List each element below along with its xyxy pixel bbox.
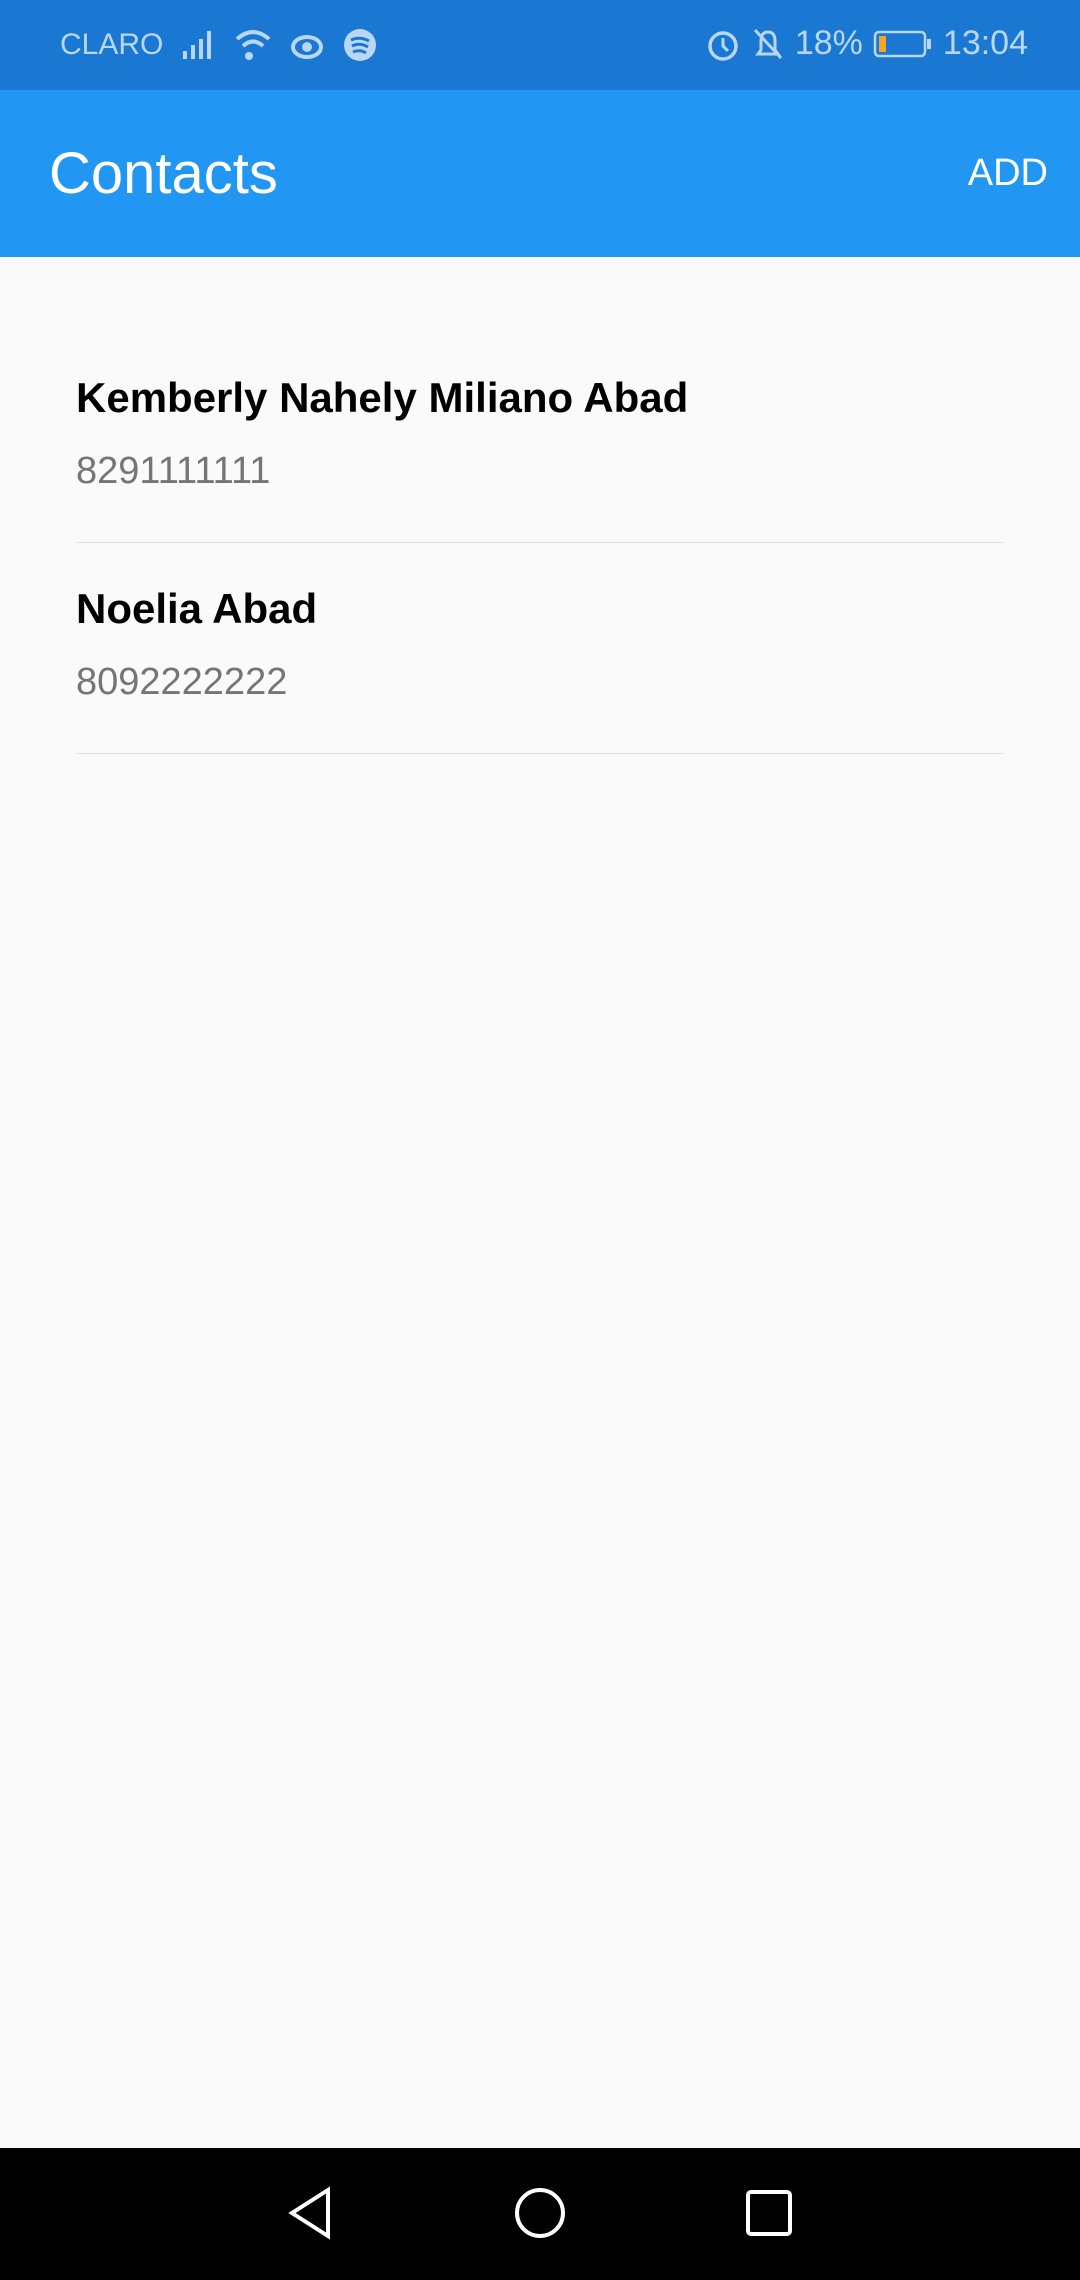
app-bar: Contacts ADD xyxy=(0,90,1080,257)
signal-icon xyxy=(183,31,212,59)
contact-list-item[interactable]: Kemberly Nahely Miliano Abad 8291111111 xyxy=(76,332,1004,543)
recents-icon[interactable] xyxy=(744,2186,794,2240)
alarm-icon xyxy=(708,30,738,61)
add-button[interactable]: ADD xyxy=(968,152,1048,195)
navigation-bar xyxy=(0,2148,1080,2280)
bell-off-icon xyxy=(753,28,782,59)
back-icon[interactable] xyxy=(286,2186,334,2240)
page-title: Contacts xyxy=(49,141,278,206)
spotify-icon xyxy=(344,29,377,61)
wifi-icon xyxy=(236,30,271,60)
eye-icon xyxy=(291,35,324,59)
battery-icon xyxy=(873,30,931,57)
clock: 13:04 xyxy=(942,24,1028,62)
contact-name: Kemberly Nahely Miliano Abad xyxy=(76,374,689,421)
contact-list-item[interactable]: Noelia Abad 8092222222 xyxy=(76,543,1004,754)
contact-phone: 8291111111 xyxy=(76,450,271,492)
battery-percent: 18% xyxy=(794,24,863,62)
contact-name: Noelia Abad xyxy=(76,585,318,632)
home-icon[interactable] xyxy=(513,2186,567,2240)
contact-phone: 8092222222 xyxy=(76,661,288,703)
status-bar: CLARO 18% 13:04 xyxy=(0,0,1080,90)
carrier: CLARO xyxy=(60,28,164,61)
